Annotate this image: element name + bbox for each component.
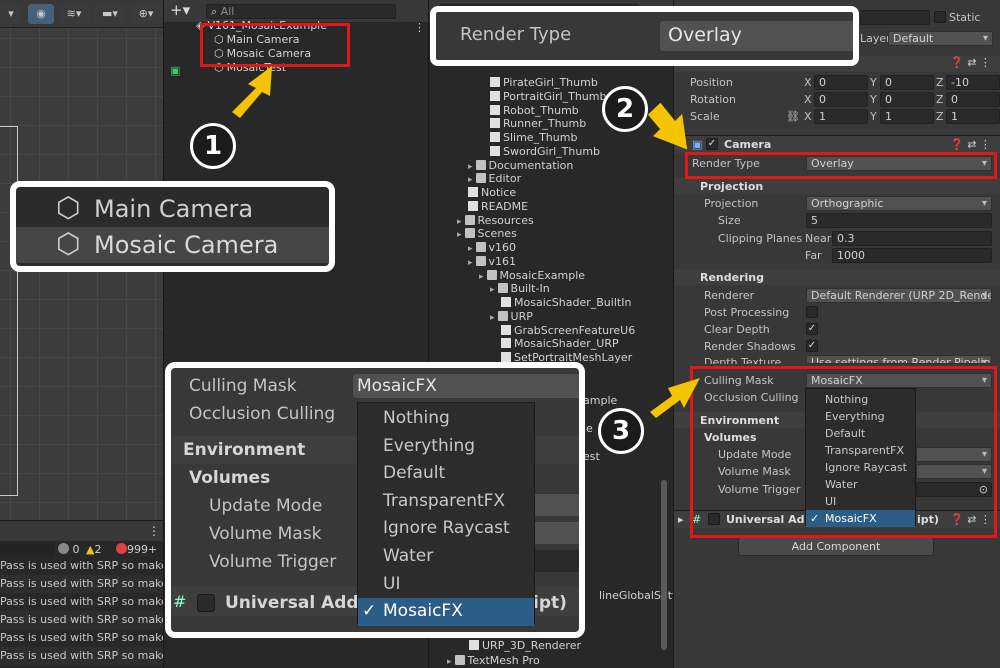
arrow-3: [650, 378, 700, 418]
arrow-1: [232, 66, 272, 118]
step-badge-3: 3: [598, 408, 644, 454]
arrow-2: [647, 102, 688, 150]
step-arrows: [232, 66, 700, 418]
step-badge-2: 2: [602, 86, 648, 132]
step-badge-1: 1: [190, 123, 236, 169]
